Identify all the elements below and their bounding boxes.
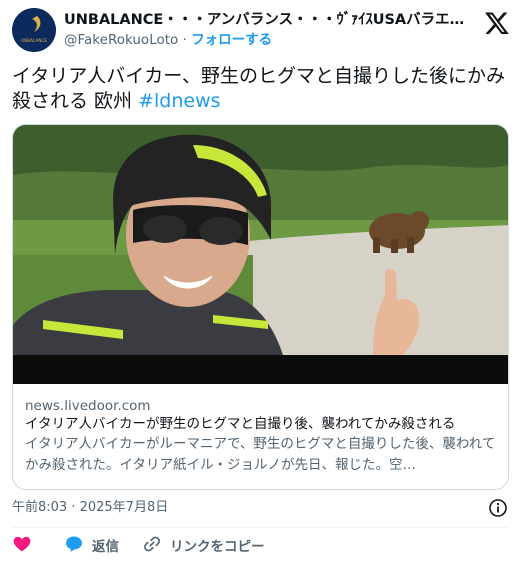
link-preview-card[interactable]: news.livedoor.com イタリア人バイカーが野生のヒグマと自撮り後、… [12, 124, 509, 490]
card-description: イタリア人バイカーがルーマニアで、野生のヒグマと自撮りした後、襲われてかみ殺され… [25, 436, 496, 473]
separator-dot: · [182, 32, 187, 48]
card-body: news.livedoor.com イタリア人バイカーが野生のヒグマと自撮り後、… [25, 397, 499, 476]
author-handle[interactable]: @FakeRokuoLoto [64, 32, 178, 48]
timestamp[interactable]: 午前8:03 · 2025年7月8日 [12, 500, 168, 515]
author-display-name[interactable]: UNBALANCE・・・アンバランス・・・ｳﾞｧｲｽUSAバラエティー… [64, 10, 474, 30]
reply-bubble-icon [64, 534, 84, 561]
avatar-logo-text: UNBALANCE [21, 38, 47, 43]
card-image[interactable] [13, 125, 508, 384]
avatar[interactable]: UNBALANCE [12, 8, 56, 52]
hashtag-link[interactable]: #ldnews [138, 90, 220, 112]
tweet-header: UNBALANCE UNBALANCE・・・アンバランス・・・ｳﾞｧｲｽUSAバ… [12, 8, 510, 56]
card-title[interactable]: イタリア人バイカーが野生のヒグマと自撮り後、襲われてかみ殺される [25, 415, 499, 434]
info-icon[interactable] [488, 498, 508, 518]
copy-link-button[interactable]: リンクをコピー [142, 536, 265, 558]
author-block: UNBALANCE・・・アンバランス・・・ｳﾞｧｲｽUSAバラエティー… @Fa… [64, 10, 474, 50]
follow-button[interactable]: フォローする [191, 32, 272, 48]
timestamp-row: 午前8:03 · 2025年7月8日 [12, 498, 508, 518]
reply-button[interactable]: 返信 [64, 536, 119, 558]
action-bar: 返信 リンクをコピー [12, 536, 508, 558]
copy-link-label: リンクをコピー [170, 539, 265, 555]
tweet-body: イタリア人バイカー、野生のヒグマと自撮りした後にかみ殺される 欧州 [12, 65, 506, 112]
divider [12, 527, 508, 528]
x-logo-icon[interactable] [484, 10, 510, 36]
like-button[interactable] [12, 536, 32, 558]
reply-label: 返信 [92, 539, 119, 555]
link-icon [142, 534, 162, 561]
card-domain: news.livedoor.com [25, 398, 151, 414]
tweet-text: イタリア人バイカー、野生のヒグマと自撮りした後にかみ殺される 欧州 #ldnew… [12, 64, 508, 114]
author-handle-row: @FakeRokuoLoto · フォローする [64, 30, 474, 50]
heart-icon [12, 534, 32, 561]
